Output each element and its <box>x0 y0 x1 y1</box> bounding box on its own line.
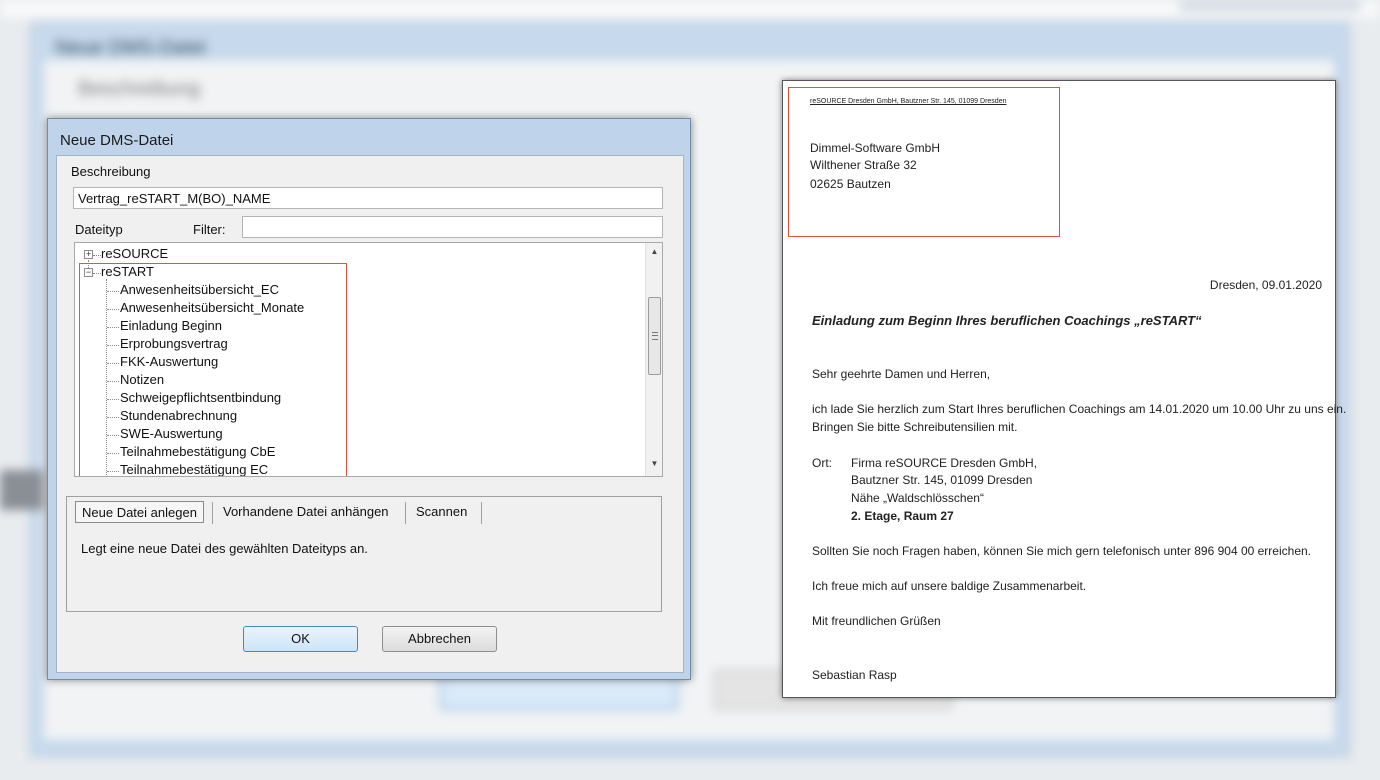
bg-chip <box>1180 0 1360 12</box>
filter-input[interactable] <box>242 216 663 238</box>
grip-icon <box>652 332 658 340</box>
filter-label: Filter: <box>193 222 226 237</box>
bg-topbar <box>0 0 1380 18</box>
beschreibung-label: Beschreibung <box>71 164 151 179</box>
ort-line: Nähe „Waldschlösschen“ <box>851 491 984 505</box>
tab-scannen[interactable]: Scannen <box>410 501 473 523</box>
action-tabs-panel: Neue Datei anlegen Vorhandene Datei anhä… <box>66 496 662 612</box>
dateityp-tree[interactable]: + reSOURCE − reSTART Anwesenheitsübersic… <box>74 242 663 477</box>
tab-separator <box>212 502 213 524</box>
letter-signature: Sebastian Rasp <box>812 668 897 682</box>
letter-subject: Einladung zum Beginn Ihres beruflichen C… <box>812 313 1202 328</box>
tab-neue-datei[interactable]: Neue Datei anlegen <box>75 501 204 523</box>
bg-stripe <box>0 470 44 510</box>
dialog-title: Neue DMS-Datei <box>60 132 174 149</box>
dialog-body: Beschreibung Vertrag_reSTART_M(BO)_NAME … <box>56 155 684 673</box>
dateityp-label: Dateityp <box>75 222 123 237</box>
highlight-box <box>79 263 347 476</box>
recipient-line: Dimmel-Software GmbH <box>810 141 941 155</box>
tab-separator <box>405 502 406 524</box>
recipient-line: Wilthener Straße 32 <box>810 158 917 172</box>
letter-sender-line: reSOURCE Dresden GmbH, Bautzner Str. 145… <box>810 98 1007 105</box>
tab-description: Legt eine neue Datei des gewählten Datei… <box>81 541 368 556</box>
bg-window-title: Neue DMS-Datei <box>55 37 207 59</box>
expand-plus-icon[interactable]: + <box>84 250 93 259</box>
beschreibung-input[interactable]: Vertrag_reSTART_M(BO)_NAME <box>73 187 663 209</box>
letter-closing: Ich freue mich auf unsere baldige Zusamm… <box>812 579 1087 593</box>
tree-scrollbar[interactable]: ▲ ▼ <box>645 243 662 476</box>
ort-label: Ort: <box>812 456 832 470</box>
letter-questions: Sollten Sie noch Fragen haben, können Si… <box>812 544 1311 558</box>
letter-body-line: ich lade Sie herzlich zum Start Ihres be… <box>812 402 1347 416</box>
ort-line: Bautzner Str. 145, 01099 Dresden <box>851 473 1033 487</box>
letter-date: Dresden, 09.01.2020 <box>1209 278 1322 292</box>
ort-line: 2. Etage, Raum 27 <box>851 509 954 523</box>
tree-connector <box>93 255 101 256</box>
dms-dialog: Neue DMS-Datei Beschreibung Vertrag_reST… <box>47 118 691 680</box>
letter-salutation: Sehr geehrte Damen und Herren, <box>812 367 991 381</box>
recipient-line: 02625 Bautzen <box>810 177 891 191</box>
tree-node-resource[interactable]: reSOURCE <box>101 245 168 263</box>
bg-label: Beschreibung <box>78 78 201 100</box>
ok-button[interactable]: OK <box>243 626 358 652</box>
grip-icon <box>652 335 658 336</box>
letter-greeting: Mit freundlichen Grüßen <box>812 614 941 628</box>
tab-vorhandene-datei[interactable]: Vorhandene Datei anhängen <box>217 501 395 523</box>
scroll-down-icon[interactable]: ▼ <box>646 455 662 472</box>
letter-preview: reSOURCE Dresden GmbH, Bautzner Str. 145… <box>782 80 1346 698</box>
tab-separator <box>481 502 482 524</box>
letter-body-line: Bringen Sie bitte Schreibutensilien mit. <box>812 420 1018 434</box>
scroll-up-icon[interactable]: ▲ <box>646 243 662 260</box>
cancel-button[interactable]: Abbrechen <box>382 626 497 652</box>
ort-line: Firma reSOURCE Dresden GmbH, <box>851 456 1038 470</box>
scroll-thumb[interactable] <box>648 297 661 375</box>
